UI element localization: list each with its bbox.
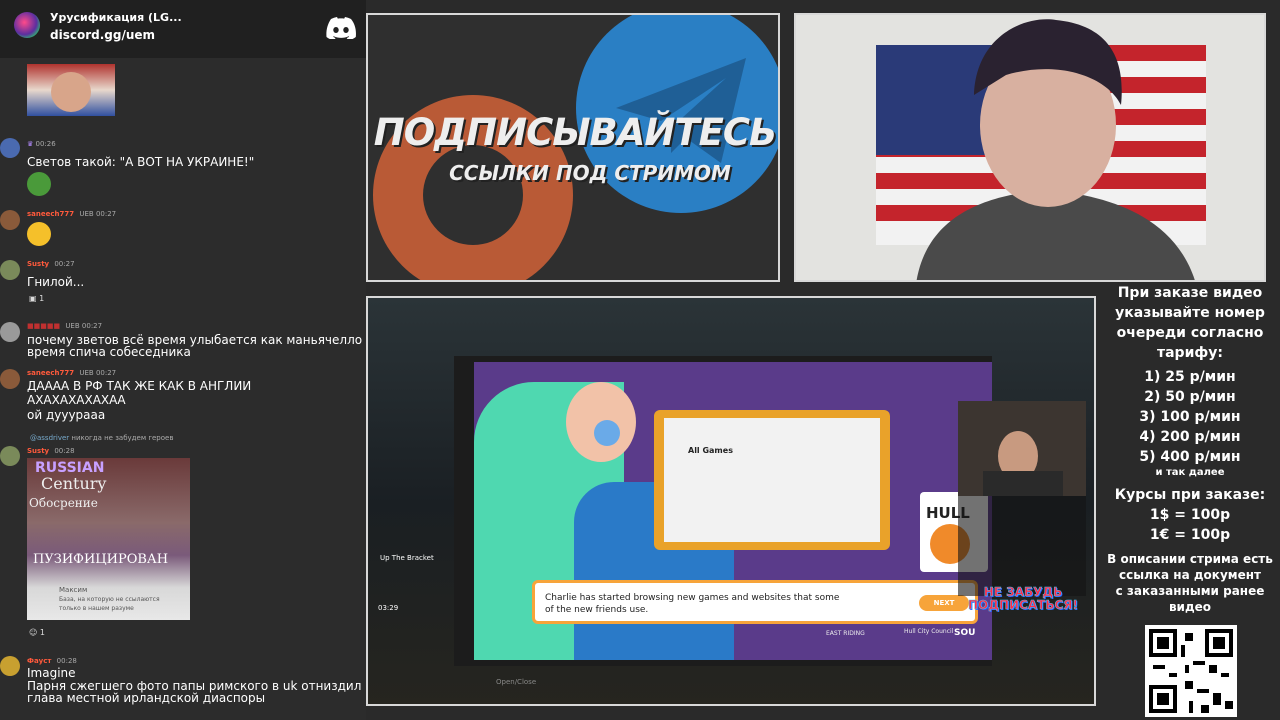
rate-line: 1€ = 100р (1149, 527, 1231, 543)
promo-subtitle: ССЫЛКИ ПОД СТРИМОМ (449, 161, 731, 185)
avatar[interactable] (0, 446, 20, 466)
streamer-silhouette (916, 19, 1195, 280)
message-text: глава местной ирландской диаспоры (27, 691, 266, 705)
reaction-emoji-icon: ☺ (29, 628, 38, 637)
chat-sidebar: Урусификация (LG... discord.gg/uem ♛ 00:… (0, 0, 366, 720)
doc-note-line: В описании стрима есть (1107, 552, 1273, 566)
crown-icon: ♛ (27, 140, 34, 148)
message-meta: Фауст 00:28 (27, 657, 77, 665)
rate-line: 1$ = 100р (1149, 507, 1231, 523)
image-caption: ПУЗИФИЦИРОВАН (33, 552, 169, 567)
timestamp: 00:27 (95, 210, 117, 218)
image-caption: только в нашем разуме (59, 605, 134, 612)
monitor (654, 410, 890, 550)
tariff-line: 5) 400 р/мин (1139, 449, 1241, 465)
all-games-label: All Games (688, 446, 733, 455)
server-avatar (14, 12, 40, 38)
username[interactable]: saneech777 (27, 210, 74, 218)
laughing-emoji-icon (27, 222, 51, 246)
reaction-emoji-icon: ▣ (29, 294, 37, 303)
avatar[interactable] (0, 369, 20, 389)
game-stream: Up The Bracket 03:29 Open/Close All Game… (366, 296, 1096, 706)
mini-chat-overlay (958, 496, 1086, 596)
avatar[interactable] (0, 138, 20, 158)
username[interactable]: Susty (27, 447, 49, 455)
image-caption: Century (41, 474, 107, 493)
tariff-line: 3) 100 р/мин (1139, 409, 1241, 425)
rates-title: Курсы при заказе: (1114, 487, 1266, 503)
timestamp: 00:27 (95, 369, 117, 377)
avatar[interactable] (0, 210, 20, 230)
reply-preview[interactable]: @assdriver никогда не забудем героев (30, 434, 173, 442)
avatar[interactable] (0, 260, 20, 280)
username[interactable]: saneech777 (27, 369, 74, 377)
badge: UEB (79, 210, 94, 218)
qr-code-icon[interactable] (1145, 625, 1237, 717)
message-meta: ♛ 00:26 (27, 140, 56, 148)
image-caption: База, на которую не ссылаются (59, 596, 160, 603)
hull-cc-logo: Hull City Council (904, 628, 954, 635)
webcam-feed (794, 13, 1266, 282)
timestamp: 00:27 (54, 260, 75, 268)
headphones-icon (594, 420, 620, 446)
east-riding-logo: EAST RIDING (826, 630, 865, 637)
caption-text: Charlie has started browsing new games a… (545, 593, 840, 615)
tariff-line: 1) 25 р/мин (1144, 369, 1236, 385)
caption-box: Charlie has started browsing new games a… (532, 580, 978, 624)
message-meta: Susty 00:28 (27, 447, 75, 455)
image-caption: Максим (59, 586, 88, 594)
tariff-line: 4) 200 р/мин (1139, 429, 1241, 445)
message-text: АХАХАХАХАХАА (27, 393, 126, 407)
image-caption: Обосрение (29, 496, 98, 510)
promo-title: ПОДПИСЫВАЙТЕСЬ (373, 111, 777, 154)
timestamp: 00:27 (81, 322, 103, 330)
server-link[interactable]: discord.gg/uem (50, 28, 155, 42)
username[interactable]: Фауст (27, 657, 51, 665)
message-image (27, 64, 115, 116)
message-meta: Susty 00:27 (27, 260, 75, 268)
reaction[interactable]: ▣ 1 (29, 294, 44, 303)
message-text: ДАААА В РФ ТАК ЖЕ КАК В АНГЛИИ (27, 379, 252, 393)
message-meta: saneech777 UEB 00:27 (27, 210, 116, 218)
username[interactable]: Susty (27, 260, 49, 268)
timestamp: 00:28 (54, 447, 75, 455)
badge: UEB (79, 369, 94, 377)
message-text: Светов такой: "А ВОТ НА УКРАИНЕ!" (27, 155, 255, 169)
avatar[interactable] (0, 322, 20, 342)
avatar[interactable] (0, 656, 20, 676)
animation-frame: All Games HULL Charlie has started brows… (474, 362, 992, 660)
discord-banner[interactable]: Урусификация (LG... discord.gg/uem (0, 0, 366, 58)
username[interactable]: ■■■■■ (27, 322, 60, 330)
order-info: При заказе видео указывайте номер очеред… (1100, 283, 1280, 615)
game-hud-label: Up The Bracket (380, 554, 434, 562)
message-image[interactable]: RUSSIAN Century Обосрение ПУЗИФИЦИРОВАН … (27, 458, 190, 620)
message-meta: saneech777 UEB 00:27 (27, 369, 116, 377)
reaction[interactable]: ☺ 1 (29, 628, 45, 637)
game-hud-hint: Open/Close (496, 678, 537, 686)
game-hud-time: 03:29 (378, 604, 399, 612)
message-text: Гнилой... (27, 275, 85, 289)
tariff-etc: и так далее (1155, 467, 1225, 478)
doc-note-line: видео (1168, 600, 1212, 614)
subscribe-reminder: НЕ ЗАБУДЬ ПОДПИСАТЬСЯ! (968, 585, 1078, 612)
message-meta: ■■■■■ UEB 00:27 (27, 322, 102, 330)
info-header-line: очереди согласно (1116, 325, 1264, 341)
tariff-line: 2) 50 р/мин (1144, 389, 1236, 405)
doc-note-line: с заказанными ранее (1115, 584, 1265, 598)
info-header-line: указывайте номер (1115, 305, 1265, 321)
timestamp: 00:28 (56, 657, 77, 665)
promo-banner: ПОДПИСЫВАЙТЕСЬ ССЫЛКИ ПОД СТРИМОМ (366, 13, 780, 282)
badge: UEB (65, 322, 80, 330)
message-text: ой дууурааа (27, 408, 106, 422)
pepe-emoji-icon (27, 172, 51, 196)
discord-icon (326, 17, 356, 39)
embedded-video[interactable]: All Games HULL Charlie has started brows… (454, 356, 992, 666)
message-text: время спича собеседника (27, 345, 191, 359)
doc-note-line: ссылка на документ (1119, 568, 1261, 582)
soun-logo: SOU (954, 628, 976, 638)
server-name: Урусификация (LG... (50, 11, 182, 24)
mini-webcam (958, 401, 1086, 496)
info-header-line: тарифу: (1156, 345, 1223, 361)
info-header-line: При заказе видео (1117, 285, 1263, 301)
